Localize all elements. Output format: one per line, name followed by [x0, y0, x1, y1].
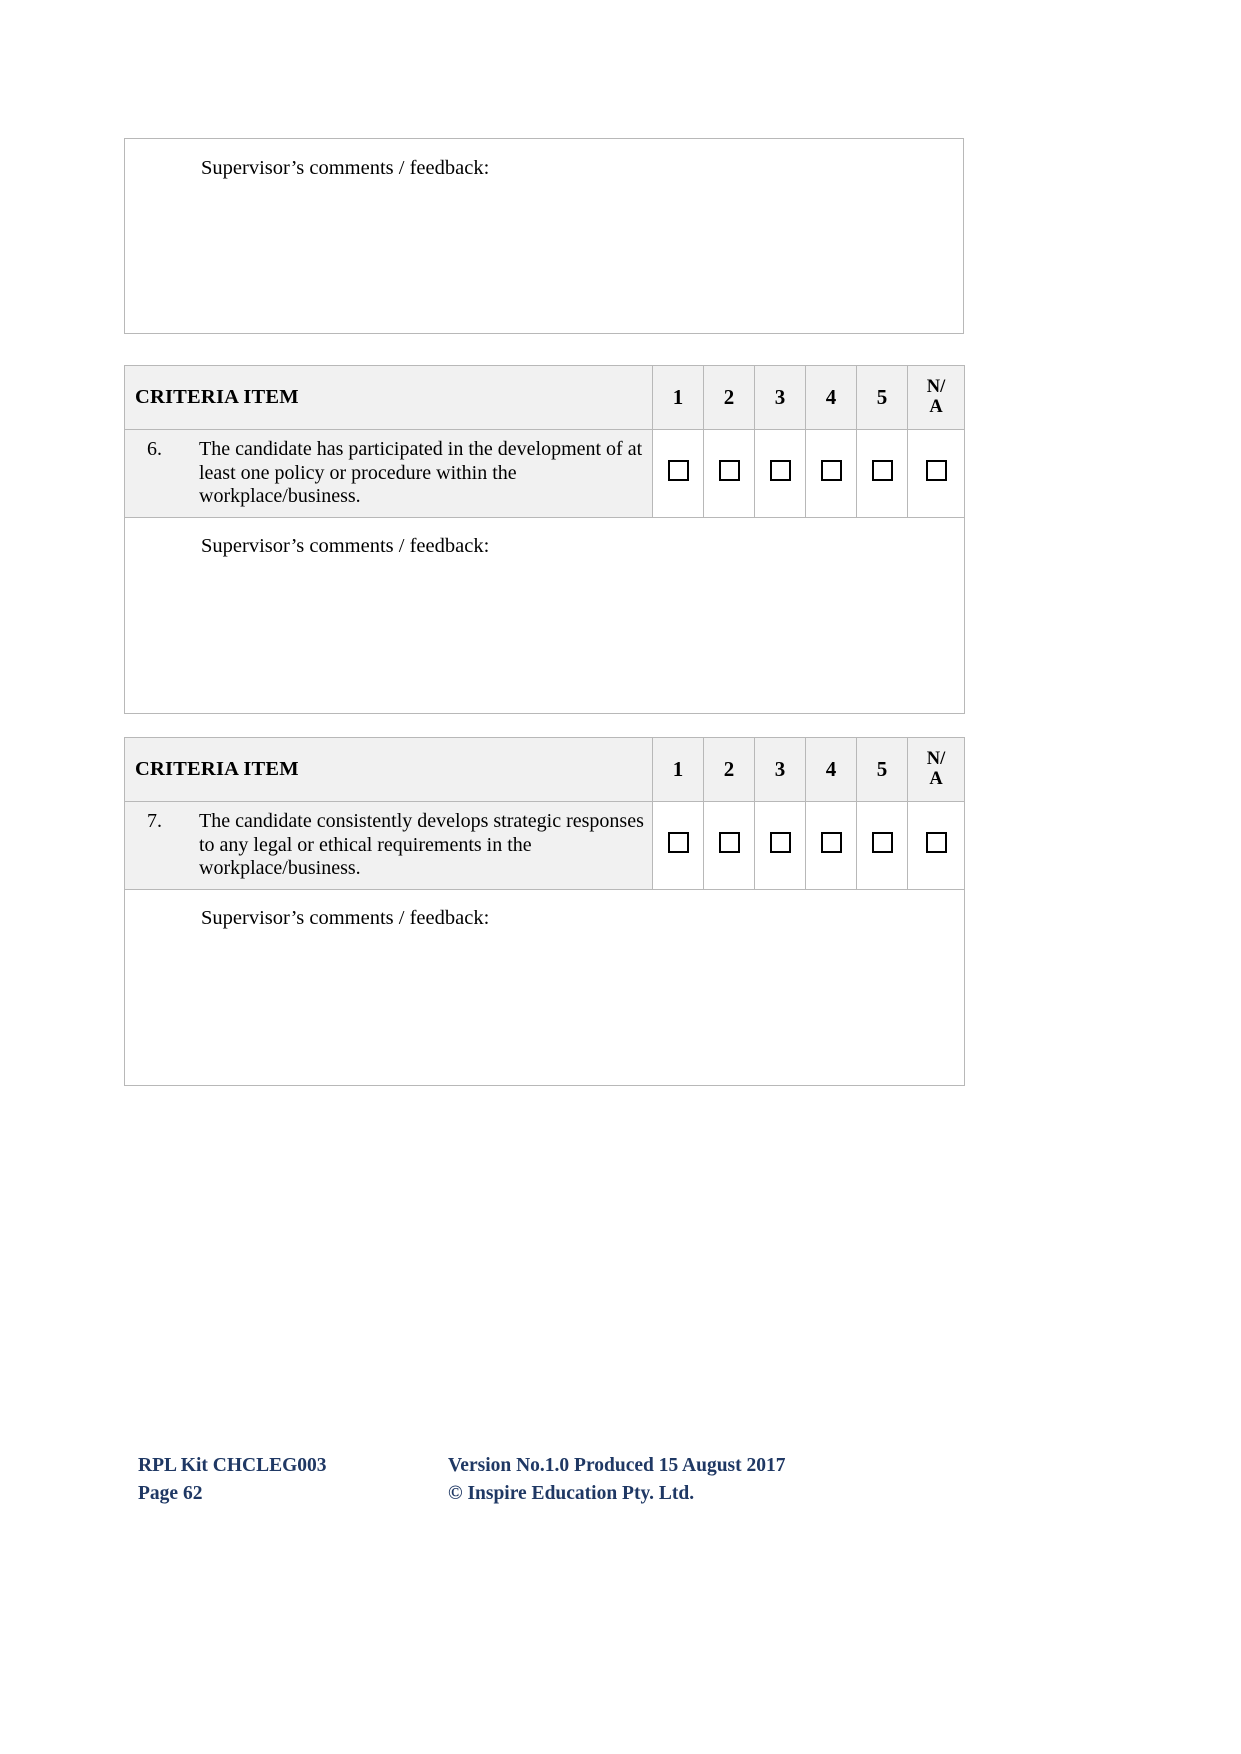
item-text: The candidate consistently develops stra…	[199, 810, 644, 880]
footer-line-1: RPL Kit CHCLEG003 Version No.1.0 Produce…	[138, 1452, 1103, 1480]
criteria-header-row: CRITERIA ITEM 1 2 3 4 5 N/ A	[124, 737, 965, 802]
empty-checkbox-icon[interactable]	[769, 832, 791, 854]
rating-header-4: 4	[805, 365, 857, 430]
empty-checkbox-icon[interactable]	[667, 832, 689, 854]
rating-header-2: 2	[703, 365, 755, 430]
rating-header-1: 1	[652, 737, 704, 802]
na-line-2: A	[929, 396, 943, 417]
criteria-block-6: CRITERIA ITEM 1 2 3 4 5 N/ A 6. The cand…	[124, 365, 965, 714]
criteria-item-row: 6. The candidate has participated in the…	[124, 429, 965, 518]
criteria-table: CRITERIA ITEM 1 2 3 4 5 N/ A 7. The cand…	[124, 737, 965, 1086]
rating-cell-4[interactable]	[805, 429, 857, 518]
criteria-comments-row: Supervisor’s comments / feedback:	[124, 516, 965, 714]
rating-cell-3[interactable]	[754, 429, 806, 518]
rating-header-4: 4	[805, 737, 857, 802]
comment-box[interactable]: Supervisor’s comments / feedback:	[124, 516, 965, 714]
item-number: 6.	[147, 438, 162, 460]
empty-checkbox-icon[interactable]	[769, 460, 791, 482]
criteria-item-cell: 7. The candidate consistently develops s…	[124, 801, 653, 890]
footer-copyright: © Inspire Education Pty. Ltd.	[448, 1482, 695, 1504]
criteria-item-header: CRITERIA ITEM	[124, 365, 653, 430]
criteria-item-header: CRITERIA ITEM	[124, 737, 653, 802]
item-number: 7.	[147, 810, 162, 832]
rating-header-5: 5	[856, 737, 908, 802]
supervisor-comments-box-top: Supervisor’s comments / feedback:	[124, 138, 964, 334]
rating-header-1: 1	[652, 365, 704, 430]
criteria-item-cell: 6. The candidate has participated in the…	[124, 429, 653, 518]
empty-checkbox-icon[interactable]	[925, 832, 947, 854]
footer-page-number: Page 62	[138, 1482, 203, 1504]
rating-cell-2[interactable]	[703, 429, 755, 518]
empty-checkbox-icon[interactable]	[820, 832, 842, 854]
rating-header-3: 3	[754, 365, 806, 430]
na-line-1: N/	[926, 377, 946, 398]
rating-cell-2[interactable]	[703, 801, 755, 890]
supervisor-comments-label: Supervisor’s comments / feedback:	[201, 534, 490, 557]
empty-checkbox-icon[interactable]	[871, 832, 893, 854]
empty-checkbox-icon[interactable]	[718, 460, 740, 482]
footer-line-2: Page 62 © Inspire Education Pty. Ltd.	[138, 1480, 1103, 1508]
rating-cell-na[interactable]	[907, 801, 965, 890]
rating-cell-3[interactable]	[754, 801, 806, 890]
empty-checkbox-icon[interactable]	[820, 460, 842, 482]
na-line-1: N/	[926, 749, 946, 770]
empty-checkbox-icon[interactable]	[667, 460, 689, 482]
criteria-header-row: CRITERIA ITEM 1 2 3 4 5 N/ A	[124, 365, 965, 430]
document-page: Supervisor’s comments / feedback: CRITER…	[0, 0, 1241, 1754]
rating-header-na: N/ A	[907, 365, 965, 430]
rating-cell-1[interactable]	[652, 429, 704, 518]
empty-checkbox-icon[interactable]	[871, 460, 893, 482]
page-footer: RPL Kit CHCLEG003 Version No.1.0 Produce…	[138, 1452, 1103, 1507]
item-text: The candidate has participated in the de…	[199, 438, 643, 508]
empty-checkbox-icon[interactable]	[925, 460, 947, 482]
rating-cell-4[interactable]	[805, 801, 857, 890]
rating-cell-1[interactable]	[652, 801, 704, 890]
rating-header-3: 3	[754, 737, 806, 802]
comment-box[interactable]: Supervisor’s comments / feedback:	[124, 888, 965, 1086]
empty-checkbox-icon[interactable]	[718, 832, 740, 854]
footer-version-label: Version No.1.0 Produced 15 August 2017	[448, 1455, 786, 1476]
rating-cell-5[interactable]	[856, 801, 908, 890]
rating-header-2: 2	[703, 737, 755, 802]
rating-cell-na[interactable]	[907, 429, 965, 518]
criteria-item-row: 7. The candidate consistently develops s…	[124, 801, 965, 890]
rating-header-5: 5	[856, 365, 908, 430]
na-line-2: A	[929, 768, 943, 789]
supervisor-comments-label: Supervisor’s comments / feedback:	[201, 906, 490, 929]
criteria-comments-row: Supervisor’s comments / feedback:	[124, 888, 965, 1086]
criteria-block-7: CRITERIA ITEM 1 2 3 4 5 N/ A 7. The cand…	[124, 737, 965, 1086]
footer-kit-label: RPL Kit CHCLEG003	[138, 1455, 327, 1476]
criteria-table: CRITERIA ITEM 1 2 3 4 5 N/ A 6. The cand…	[124, 365, 965, 714]
supervisor-comments-label: Supervisor’s comments / feedback:	[201, 157, 490, 179]
rating-cell-5[interactable]	[856, 429, 908, 518]
rating-header-na: N/ A	[907, 737, 965, 802]
comment-box[interactable]: Supervisor’s comments / feedback:	[124, 138, 964, 334]
